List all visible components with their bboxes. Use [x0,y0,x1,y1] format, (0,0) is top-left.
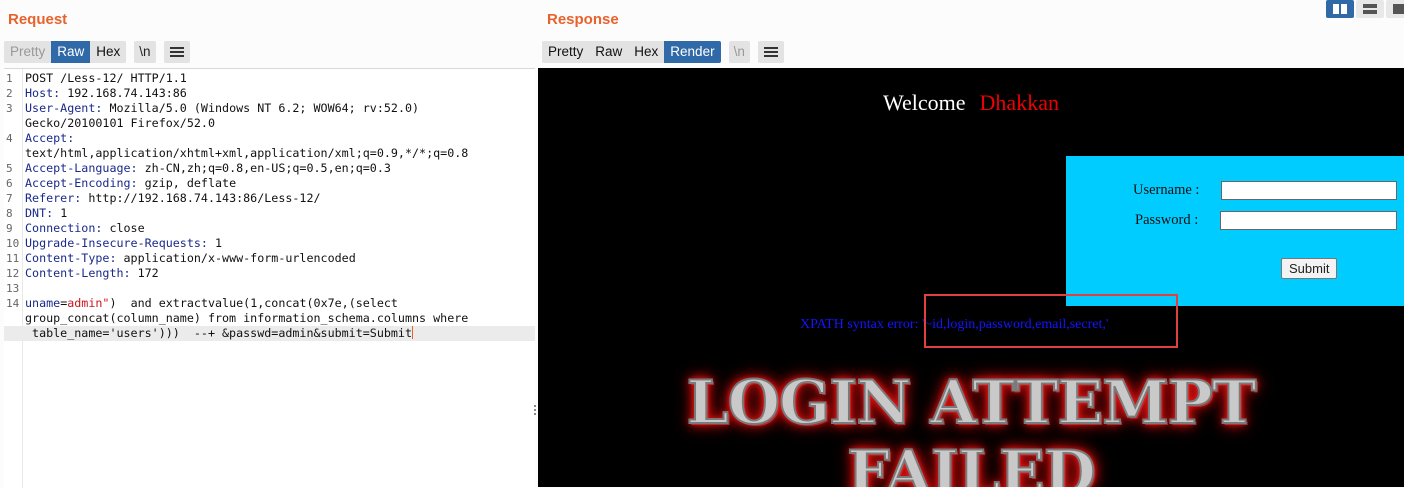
code-text: Accept: [25,131,75,145]
code-text: Accept-Encoding: gzip, deflate [25,176,237,190]
username-label: Username : [1133,182,1200,198]
response-toolbar: Pretty Raw Hex Render \n [542,40,784,64]
code-line: 1 POST /Less-12/ HTTP/1.1 [4,71,535,86]
code-text: Content-Length: 172 [25,266,159,280]
code-line: text/html,application/xhtml+xml,applicat… [4,146,535,161]
code-line: table_name='users'))) --+ &passwd=admin&… [4,326,535,341]
code-line: 8 DNT: 1 [4,206,535,221]
code-text: Content-Type: application/x-www-form-url… [25,251,356,265]
layout-side-by-side-button[interactable] [1326,0,1354,18]
line-number: 10 [6,237,20,250]
response-view-tabs: Pretty Raw Hex Render [542,41,721,63]
code-text: text/html,application/xhtml+xml,applicat… [25,146,469,160]
submit-button[interactable]: Submit [1281,258,1338,279]
line-number: 4 [6,132,13,145]
response-render-view: Welcome Dhakkan Username : Password : Sub… [538,68,1404,487]
code-line: 5 Accept-Language: zh-CN,zh;q=0.8,en-US;q… [4,161,535,176]
response-tab-render[interactable]: Render [664,41,721,63]
response-title: Response [547,11,619,28]
hamburger-menu-icon [763,47,778,58]
welcome-heading: Welcome Dhakkan [538,90,1404,116]
code-text: User-Agent: Mozilla/5.0 (Windows NT 6.2;… [25,101,420,115]
request-editor[interactable]: 1 POST /Less-12/ HTTP/1.1 2 Host: 192.168.7… [4,68,535,488]
line-number: 13 [6,282,20,295]
password-label: Password : [1135,212,1199,228]
line-number: 11 [6,252,20,265]
line-number: 2 [6,87,13,100]
code-text: uname=admin") and extractvalue(1,concat(… [25,296,398,310]
layout-switcher [1324,0,1404,18]
code-line: 10 Upgrade-Insecure-Requests: 1 [4,236,535,251]
code-text: Gecko/20100101 Firefox/52.0 [25,116,215,130]
line-number: 6 [6,177,13,190]
request-tab-hex[interactable]: Hex [90,41,127,63]
code-text: Connection: close [25,221,145,235]
code-line: 3 User-Agent: Mozilla/5.0 (Windows NT 6.2… [4,101,535,116]
code-line: group_concat(column_name) from informati… [4,311,535,326]
response-tab-raw[interactable]: Raw [589,41,629,63]
code-line: 14 uname=admin") and extractvalue(1,conca… [4,296,535,311]
line-number: 12 [6,267,20,280]
login-failed-banner-line1: LOGIN ATTEMPT [686,367,1258,439]
request-menu-button[interactable] [163,41,190,63]
rows-icon [1363,4,1377,14]
response-tab-hex[interactable]: Hex [628,41,665,63]
code-line: 13 [4,281,535,296]
code-text: group_concat(column_name) from informati… [25,311,469,325]
code-line: 4 Accept: [4,131,535,146]
code-text: DNT: 1 [25,206,68,220]
login-failed-banner-line2: FAILED [846,437,1097,487]
highlight-box [924,294,1178,348]
line-number: 5 [6,162,13,175]
code-text: Upgrade-Insecure-Requests: 1 [25,236,223,250]
welcome-text: Welcome [883,90,966,115]
line-number: 9 [6,222,13,235]
code-line: 11 Content-Type: application/x-www-form-u… [4,251,535,266]
request-tab-raw[interactable]: Raw [51,41,91,63]
request-newline-toggle[interactable]: \n [134,41,156,63]
response-newline-toggle[interactable]: \n [728,41,750,63]
code-line: 12 Content-Length: 172 [4,266,535,281]
welcome-name: Dhakkan [979,90,1059,115]
request-tab-pretty[interactable]: Pretty [4,41,52,63]
code-line: 7 Referer: http://192.168.74.143:86/Less-… [4,191,535,206]
password-input[interactable] [1220,211,1397,230]
code-line: 2 Host: 192.168.74.143:86 [4,86,535,101]
panel-splitter-handle[interactable] [534,405,537,419]
line-number: 14 [6,297,20,310]
username-input[interactable] [1221,181,1397,200]
code-text: POST /Less-12/ HTTP/1.1 [25,71,187,85]
code-line: Gecko/20100101 Firefox/52.0 [4,116,535,131]
code-line: 9 Connection: close [4,221,535,236]
login-form: Username : Password : Submit [1066,156,1404,306]
code-line: 6 Accept-Encoding: gzip, deflate [4,176,535,191]
request-view-tabs: Pretty Raw Hex [4,41,127,63]
layout-tabs-button[interactable] [1386,0,1404,18]
line-number: 7 [6,192,13,205]
code-text: table_name='users'))) --+ &passwd=admin&… [25,326,414,340]
code-text: Accept-Language: zh-CN,zh;q=0.8,en-US;q=… [25,161,391,175]
layout-stacked-button[interactable] [1356,0,1384,18]
line-number: 1 [6,72,13,85]
response-menu-button[interactable] [757,41,784,63]
line-number: 3 [6,102,13,115]
hamburger-menu-icon [169,47,184,58]
response-tab-pretty[interactable]: Pretty [542,41,590,63]
line-number: 8 [6,207,13,220]
code-text: Host: 192.168.74.143:86 [25,86,187,100]
code-text: Referer: http://192.168.74.143:86/Less-1… [25,191,321,205]
request-title: Request [8,11,68,28]
request-toolbar: Pretty Raw Hex \n [4,40,190,64]
text-caret [412,326,414,339]
columns-icon [1333,4,1347,14]
tabs-icon [1393,4,1404,14]
